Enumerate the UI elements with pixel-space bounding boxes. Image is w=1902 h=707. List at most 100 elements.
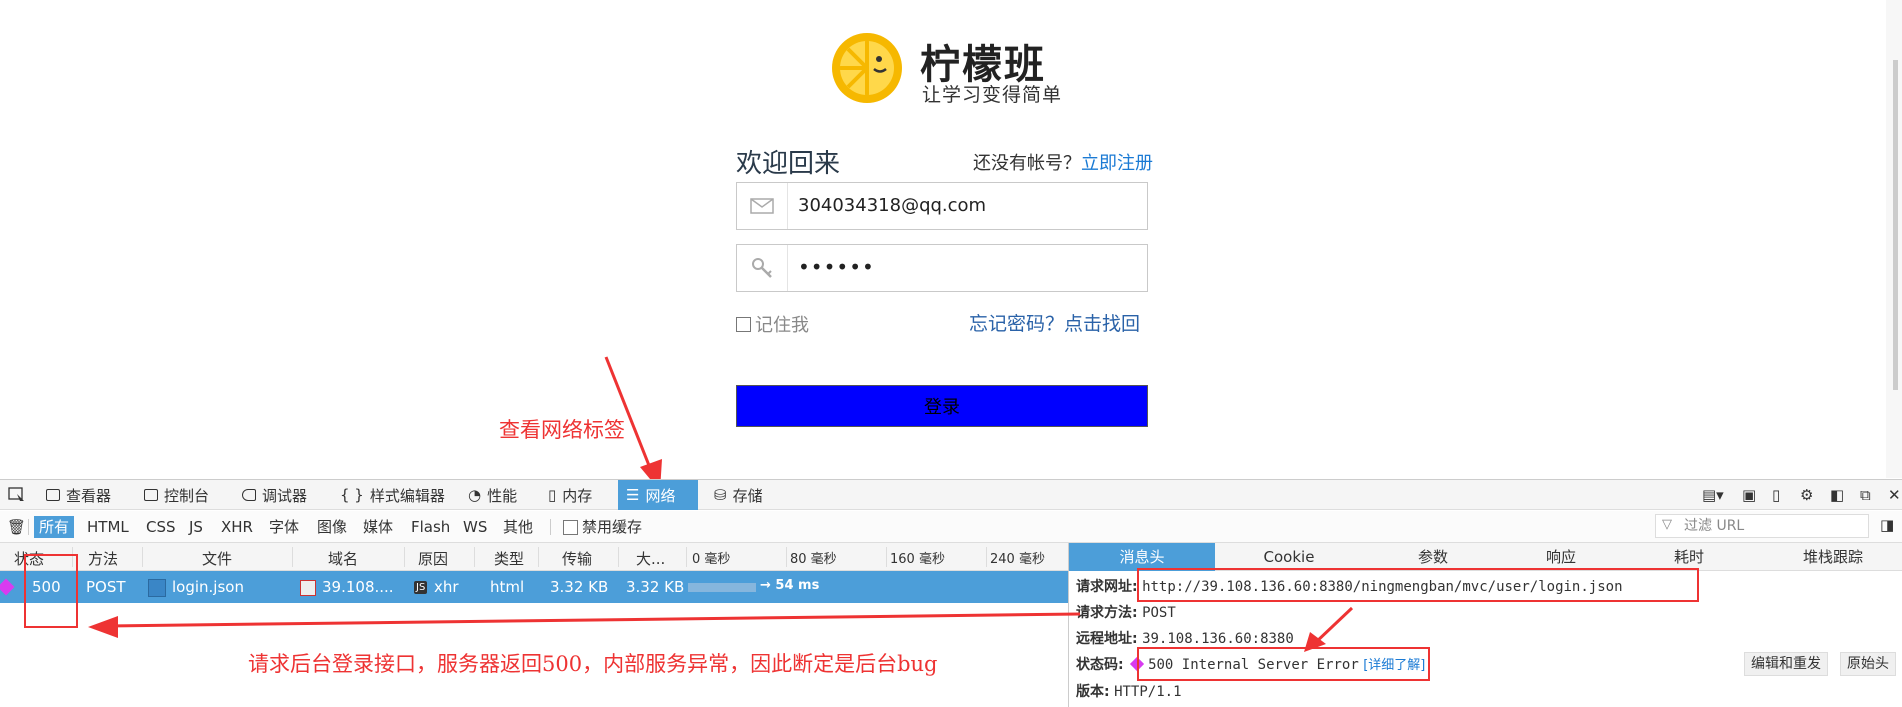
password-value: •••••• bbox=[798, 255, 875, 279]
annotation-box-url bbox=[1137, 568, 1699, 602]
timeline-0: 0 毫秒 bbox=[692, 552, 731, 567]
annotation-arrow-status bbox=[88, 612, 1081, 638]
brand-subtitle: 让学习变得简单 bbox=[922, 84, 1063, 106]
tab-headers[interactable]: 消息头 bbox=[1069, 543, 1215, 571]
table-row[interactable]: 500 POST login.json 39.108.... JS xhr ht… bbox=[0, 571, 1068, 603]
tab-inspector[interactable]: 查看器 bbox=[38, 480, 119, 510]
filter-ws[interactable]: WS bbox=[458, 516, 492, 538]
annotation-box-status bbox=[24, 554, 78, 628]
tab-params[interactable]: 参数 bbox=[1359, 543, 1507, 571]
row-domain: 39.108.... bbox=[322, 578, 394, 596]
inspector-icon bbox=[46, 489, 60, 501]
no-account-label: 还没有帐号？ bbox=[973, 153, 1081, 174]
col-size[interactable]: 大... bbox=[636, 548, 665, 569]
tab-stack-trace[interactable]: 堆栈跟踪 bbox=[1759, 543, 1902, 571]
email-field[interactable]: 304034318@qq.com bbox=[736, 182, 1148, 230]
col-type[interactable]: 类型 bbox=[494, 548, 524, 569]
element-picker-icon[interactable] bbox=[0, 480, 34, 510]
row-cause: xhr bbox=[434, 578, 459, 596]
remember-label: 记住我 bbox=[755, 315, 809, 336]
timeline-160: 160 毫秒 bbox=[890, 552, 945, 567]
annotation-network-note: 查看网络标签 bbox=[499, 418, 625, 442]
split-console-icon[interactable]: ▣ bbox=[1734, 480, 1764, 510]
tab-style-editor[interactable]: { } 样式编辑器 bbox=[332, 480, 453, 510]
toggle-panel-icon[interactable]: ◨ bbox=[1880, 516, 1894, 534]
no-account-text: 还没有帐号？立即注册 bbox=[973, 149, 1153, 175]
row-size: 3.32 KB bbox=[626, 578, 685, 596]
filter-xhr[interactable]: XHR bbox=[216, 516, 258, 538]
debugger-icon bbox=[242, 489, 256, 501]
timeline-80: 80 毫秒 bbox=[790, 552, 837, 567]
edit-resend-button[interactable]: 编辑和重发 bbox=[1744, 652, 1828, 676]
undock-icon[interactable]: ⧉ bbox=[1852, 480, 1879, 510]
mail-icon bbox=[737, 183, 788, 229]
row-type: html bbox=[490, 578, 525, 596]
tab-debugger[interactable]: 调试器 bbox=[234, 480, 315, 510]
password-field[interactable]: •••••• bbox=[736, 244, 1148, 292]
detail-version: 版本: HTTP/1.1 bbox=[1076, 684, 1182, 700]
col-domain[interactable]: 域名 bbox=[328, 548, 358, 569]
login-button[interactable]: 登录 bbox=[736, 385, 1148, 427]
trash-icon[interactable]: 🗑 bbox=[2, 516, 31, 538]
filter-fonts[interactable]: 字体 bbox=[264, 516, 304, 538]
remember-me[interactable]: 记住我 bbox=[736, 311, 809, 337]
page-scrollbar-thumb[interactable] bbox=[1893, 60, 1898, 390]
memory-icon: ▯ bbox=[548, 486, 557, 504]
tab-storage[interactable]: ⛁ 存储 bbox=[706, 480, 771, 510]
annotation-arrow-url bbox=[1304, 606, 1354, 652]
layout-icon[interactable]: ▤▾ bbox=[1694, 480, 1732, 510]
network-filter-bar: 🗑 所有 HTML CSS JS XHR 字体 图像 媒体 Flash WS 其… bbox=[0, 511, 1902, 543]
key-icon bbox=[737, 245, 788, 291]
tab-cookie[interactable]: Cookie bbox=[1215, 543, 1363, 571]
filter-js[interactable]: JS bbox=[184, 516, 208, 538]
detail-remote: 远程地址: 39.108.136.60:8380 bbox=[1076, 631, 1294, 647]
brand-logo-icon bbox=[832, 33, 902, 103]
network-icon: ☰ bbox=[626, 486, 640, 504]
filter-flash[interactable]: Flash bbox=[406, 516, 455, 538]
disable-cache[interactable]: 禁用缓存 bbox=[558, 516, 647, 538]
filter-css[interactable]: CSS bbox=[141, 516, 181, 538]
tab-console[interactable]: 控制台 bbox=[136, 480, 217, 510]
console-icon bbox=[144, 489, 158, 501]
filter-media[interactable]: 媒体 bbox=[358, 516, 398, 538]
tab-network[interactable]: ☰ 网络 bbox=[618, 480, 698, 510]
row-timing: → 54 ms bbox=[760, 578, 820, 593]
responsive-icon[interactable]: ▯ bbox=[1764, 480, 1788, 510]
timing-bar bbox=[688, 583, 756, 592]
disable-cache-checkbox[interactable] bbox=[563, 519, 578, 535]
remember-checkbox[interactable] bbox=[736, 316, 751, 332]
register-link[interactable]: 立即注册 bbox=[1081, 153, 1153, 174]
devtools-toolbar: 查看器 控制台 调试器 { } 样式编辑器 ◔ 性能 ▯ 内存 ☰ 网络 ⛁ 存储 ▤▾ … bbox=[0, 479, 1902, 510]
row-transferred: 3.32 KB bbox=[550, 578, 609, 596]
tab-memory[interactable]: ▯ 内存 bbox=[540, 480, 600, 510]
js-icon: JS bbox=[414, 581, 428, 594]
close-icon[interactable]: ✕ bbox=[1880, 480, 1902, 510]
row-method: POST bbox=[86, 578, 126, 596]
gear-icon[interactable]: ⚙ bbox=[1792, 480, 1821, 510]
tab-timings[interactable]: 耗时 bbox=[1615, 543, 1763, 571]
col-file[interactable]: 文件 bbox=[202, 548, 232, 569]
insecure-icon bbox=[300, 580, 316, 596]
email-value: 304034318@qq.com bbox=[798, 195, 987, 216]
filter-images[interactable]: 图像 bbox=[312, 516, 352, 538]
detail-tabs: 消息头 Cookie 参数 响应 耗时 堆栈跟踪 bbox=[1069, 543, 1902, 571]
gauge-icon: ◔ bbox=[468, 486, 482, 504]
forgot-password-link[interactable]: 忘记密码？点击找回 bbox=[969, 309, 1140, 336]
col-transferred[interactable]: 传输 bbox=[562, 548, 592, 569]
braces-icon: { } bbox=[340, 486, 364, 504]
tab-performance[interactable]: ◔ 性能 bbox=[460, 480, 525, 510]
file-icon bbox=[148, 579, 166, 597]
filter-all[interactable]: 所有 bbox=[34, 516, 75, 538]
col-method[interactable]: 方法 bbox=[88, 548, 118, 569]
tab-response[interactable]: 响应 bbox=[1487, 543, 1635, 571]
filter-html[interactable]: HTML bbox=[82, 516, 134, 538]
raw-headers-button[interactable]: 原始头 bbox=[1840, 652, 1896, 676]
timeline-240: 240 毫秒 bbox=[990, 552, 1045, 567]
col-cause[interactable]: 原因 bbox=[418, 548, 448, 569]
filter-other[interactable]: 其他 bbox=[498, 516, 538, 538]
filter-icon: ▽ bbox=[1662, 517, 1672, 532]
dock-side-icon[interactable]: ◧ bbox=[1822, 480, 1852, 510]
status-diamond-icon bbox=[0, 578, 15, 596]
annotation-box-status-code bbox=[1137, 647, 1430, 681]
filter-url-input[interactable]: 过滤 URL bbox=[1655, 514, 1869, 538]
